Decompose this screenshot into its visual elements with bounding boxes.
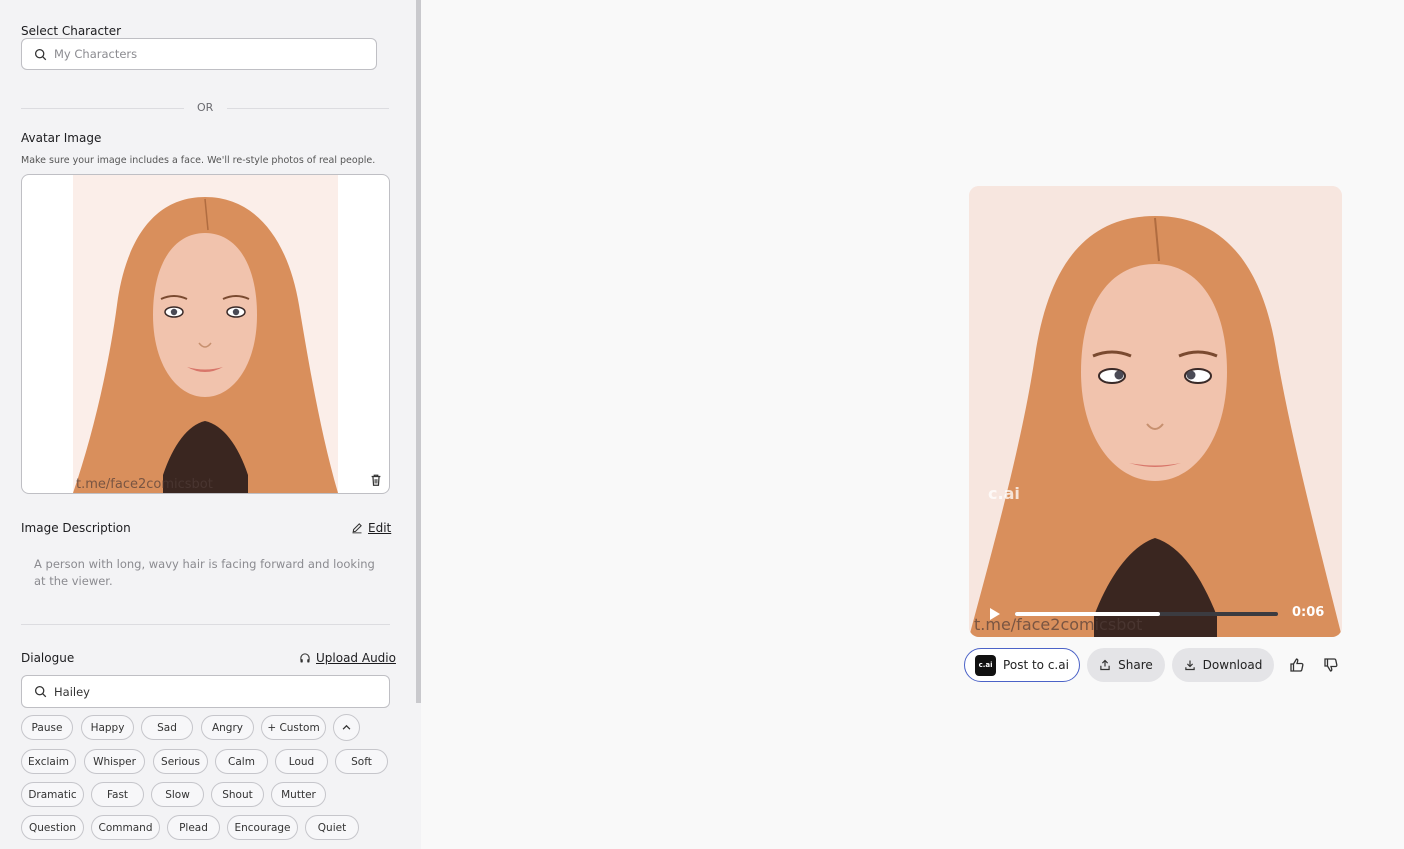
download-button[interactable]: Download: [1172, 648, 1274, 682]
chip-exclaim[interactable]: Exclaim: [21, 749, 76, 774]
upload-audio-link[interactable]: Upload Audio: [299, 651, 396, 665]
section-divider: [21, 624, 390, 625]
video-time: 0:06: [1292, 605, 1325, 620]
share-icon: [1100, 659, 1110, 671]
avatar-upload-box[interactable]: t.me/face2comicsbot: [21, 174, 390, 494]
chip-custom[interactable]: + Custom: [261, 715, 326, 740]
image-description-label: Image Description: [21, 521, 131, 535]
chip-loud[interactable]: Loud: [275, 749, 328, 774]
chip-plead[interactable]: Plead: [167, 815, 220, 840]
post-to-cai-button[interactable]: c.ai Post to c.ai: [964, 648, 1080, 682]
thumbs-up-icon[interactable]: [1289, 657, 1305, 673]
cai-logo: c.ai: [975, 654, 997, 676]
avatar-image-label: Avatar Image: [21, 131, 102, 145]
pencil-icon: [352, 523, 362, 534]
trash-icon[interactable]: [369, 473, 383, 487]
chip-mutter[interactable]: Mutter: [271, 782, 326, 807]
collapse-chips-button[interactable]: [333, 714, 360, 741]
avatar-watermark: t.me/face2comicsbot: [76, 477, 213, 492]
voice-search-input[interactable]: [54, 684, 338, 699]
chip-sad[interactable]: Sad: [141, 715, 193, 740]
chip-command[interactable]: Command: [91, 815, 160, 840]
sidebar-scrollbar[interactable]: [416, 0, 421, 703]
thumbs-down-icon[interactable]: [1323, 657, 1339, 673]
divider-right: [227, 108, 389, 109]
scrollbar-track: [416, 703, 421, 849]
chip-serious[interactable]: Serious: [153, 749, 208, 774]
progress-fill: [1015, 612, 1160, 616]
video-player[interactable]: c.ai t.me/face2comicsbot 0:06: [969, 186, 1342, 637]
download-label: Download: [1202, 658, 1263, 672]
select-character-label: Select Character: [21, 24, 122, 38]
character-search-input[interactable]: [54, 47, 328, 61]
dialogue-label: Dialogue: [21, 651, 75, 665]
headphones-icon: [300, 653, 310, 663]
or-separator: OR: [21, 98, 389, 118]
avatar-image: [73, 175, 338, 493]
share-label: Share: [1118, 658, 1153, 672]
voice-search-field[interactable]: [21, 675, 390, 708]
video-frame: [969, 186, 1342, 637]
chip-calm[interactable]: Calm: [215, 749, 268, 774]
settings-panel: Select Character OR Avatar Image Make su…: [0, 0, 416, 849]
chip-question[interactable]: Question: [21, 815, 84, 840]
brand-watermark: c.ai: [988, 484, 1020, 503]
download-icon: [1184, 660, 1195, 671]
progress-track[interactable]: [1015, 612, 1278, 616]
chip-shout[interactable]: Shout: [211, 782, 264, 807]
chip-soft[interactable]: Soft: [335, 749, 388, 774]
chip-angry[interactable]: Angry: [201, 715, 254, 740]
or-text: OR: [197, 101, 214, 114]
upload-audio-label: Upload Audio: [316, 651, 396, 665]
chevron-up-icon: [342, 724, 351, 730]
chip-whisper[interactable]: Whisper: [84, 749, 145, 774]
chip-slow[interactable]: Slow: [151, 782, 204, 807]
post-label: Post to c.ai: [1003, 658, 1069, 672]
edit-description-link[interactable]: Edit: [351, 521, 391, 535]
play-icon[interactable]: [989, 607, 1001, 621]
divider-left: [21, 108, 184, 109]
avatar-image-hint: Make sure your image includes a face. We…: [21, 155, 376, 166]
chip-quiet[interactable]: Quiet: [305, 815, 359, 840]
chip-happy[interactable]: Happy: [81, 715, 134, 740]
search-icon: [34, 685, 47, 698]
chip-dramatic[interactable]: Dramatic: [21, 782, 84, 807]
chip-encourage[interactable]: Encourage: [227, 815, 298, 840]
video-controls: 0:06: [989, 604, 1329, 624]
search-icon: [34, 48, 47, 60]
share-button[interactable]: Share: [1087, 648, 1165, 682]
chip-pause[interactable]: Pause: [21, 715, 73, 740]
character-search-field[interactable]: [21, 38, 377, 70]
image-description-text[interactable]: A person with long, wavy hair is facing …: [34, 556, 379, 590]
chip-fast[interactable]: Fast: [91, 782, 144, 807]
edit-label: Edit: [368, 521, 392, 535]
